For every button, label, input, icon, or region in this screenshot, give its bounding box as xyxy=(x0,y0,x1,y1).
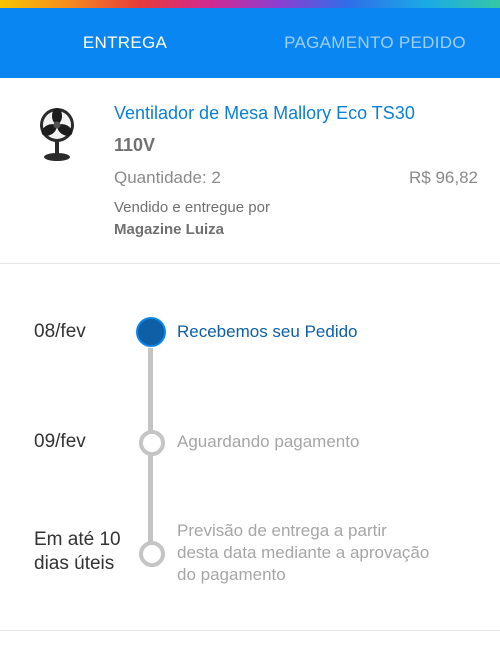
tab-bar: ENTREGA PAGAMENTO PEDIDO xyxy=(0,8,500,84)
top-rainbow-bar xyxy=(0,0,500,8)
product-name-link[interactable]: Ventilador de Mesa Mallory Eco TS30 xyxy=(114,103,415,124)
product-voltage: 110V xyxy=(114,135,156,155)
delivery-timeline: 08/fev Recebemos seu Pedido 09/fev Aguar… xyxy=(0,264,500,630)
step-done-dot xyxy=(136,317,166,347)
table-fan-image xyxy=(36,106,78,162)
step-pending-dot xyxy=(139,541,165,567)
step-event-line: Previsão de entrega a partir xyxy=(177,521,387,540)
step-pending-dot xyxy=(139,430,165,456)
sold-by-label: Vendido e entregue por xyxy=(114,199,270,216)
step-date: 08/fev xyxy=(34,321,86,342)
tab-pagamento-pedido[interactable]: PAGAMENTO PEDIDO xyxy=(250,8,500,78)
product-card[interactable]: Ventilador de Mesa Mallory Eco TS30 110V… xyxy=(0,78,500,263)
tab-entrega[interactable]: ENTREGA xyxy=(0,8,250,78)
step-date-line: dias úteis xyxy=(34,553,115,574)
step-event: Aguardando pagamento xyxy=(177,432,360,451)
section-divider xyxy=(0,630,500,631)
product-quantity: Quantidade: 2 xyxy=(114,168,221,187)
step-date-line: Em até 10 xyxy=(34,529,121,550)
step-event: Previsão de entrega a partir desta data … xyxy=(177,520,429,586)
step-event-line: do pagamento xyxy=(177,565,286,584)
product-price: R$ 96,82 xyxy=(409,168,478,187)
step-date: 09/fev xyxy=(34,431,86,452)
seller-name: Magazine Luiza xyxy=(114,221,225,238)
step-date: Em até 10 dias úteis xyxy=(34,529,121,575)
step-event-line: desta data mediante a aprovação xyxy=(177,543,430,562)
step-event: Recebemos seu Pedido xyxy=(177,322,358,341)
